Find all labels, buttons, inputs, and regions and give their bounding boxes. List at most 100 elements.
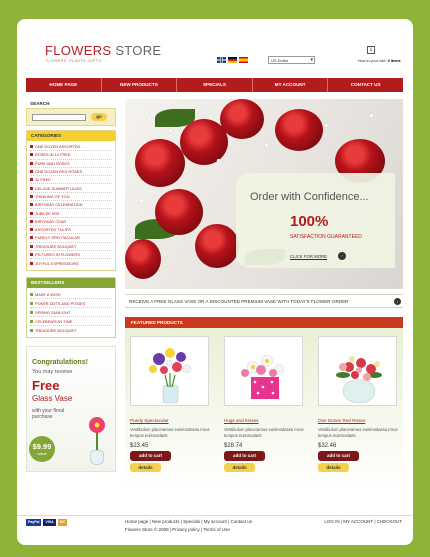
category-item[interactable]: Treasure Bouquet <box>30 243 112 251</box>
cart-prefix: Now in your cart <box>358 59 386 63</box>
babys-breath <box>145 111 148 114</box>
rose-shape <box>275 109 323 151</box>
details-button[interactable]: details <box>130 463 161 472</box>
nav-my-account[interactable]: My account <box>253 78 329 92</box>
babys-breath <box>169 129 172 132</box>
main-content: Order with Confidence... 100% Satisfacti… <box>125 99 403 494</box>
hero-percent: 100% <box>290 213 329 230</box>
category-item[interactable]: Pure and Roses <box>30 160 112 168</box>
search-box: go <box>26 108 116 126</box>
payment-logos: PayPal VISA MC <box>26 519 68 526</box>
offer-text: Receive a free glass vase or a discounte… <box>129 299 349 304</box>
cart-icon[interactable]: ⇓ <box>367 46 375 54</box>
footer-links[interactable]: Home page | New products | Specials | My… <box>125 519 252 524</box>
guarantee-panel: Order with Confidence... 100% Satisfacti… <box>236 173 395 268</box>
promo-with-purchase: with your floral purchase <box>32 408 65 421</box>
category-item[interactable]: Purely Spectacular <box>30 234 112 243</box>
cart-count: 0 items <box>387 59 401 63</box>
product-image[interactable] <box>224 336 303 406</box>
add-to-cart-button[interactable]: add to cart <box>224 451 265 461</box>
product-description: Vestibulum placeramus euismodassa mrus t… <box>130 427 210 438</box>
category-item[interactable]: Thinking of You <box>30 193 112 202</box>
category-item[interactable]: Birthday Celebration <box>30 201 112 210</box>
product-card: Hugs and Kisses Vestibulum placeramus eu… <box>224 336 304 494</box>
product-description: Vestibulum placeramus euismodassa mrus t… <box>224 427 304 438</box>
nav-contact-us[interactable]: Contact us <box>328 78 403 92</box>
page: FLOWERS STORE Flowers. Plants. Gifts. US… <box>17 19 413 545</box>
mastercard-icon: MC <box>57 519 68 526</box>
bestsellers-title: Bestsellers <box>27 278 115 289</box>
arrow-right-icon[interactable]: › <box>338 252 346 260</box>
gerbera-flower <box>89 417 105 434</box>
nav-specials[interactable]: Specials <box>177 78 253 92</box>
promo-glass-vase: Glass Vase <box>32 394 73 404</box>
category-item[interactable]: Joyful Expressions <box>30 259 112 267</box>
product-price: $23.45 <box>130 443 149 449</box>
bouquet-mixed-icon <box>149 348 192 404</box>
header: FLOWERS STORE Flowers. Plants. Gifts. US… <box>17 19 413 77</box>
hero-banner[interactable]: Order with Confidence... 100% Satisfacti… <box>125 99 403 289</box>
search-input[interactable] <box>32 114 86 121</box>
babys-breath <box>217 159 220 162</box>
category-item[interactable]: Assorted Tulips <box>30 226 112 235</box>
free-vase-promo[interactable]: Congratulations! You may receive Free Gl… <box>26 346 116 473</box>
product-description: Vestibulum placeramus euismodassa mrus t… <box>318 427 398 438</box>
search-go-button[interactable]: go <box>91 113 107 121</box>
category-item[interactable]: Pictures in Flowers <box>30 251 112 260</box>
product-grid: Purely Spectacular Vestibulum placeramus… <box>125 328 403 494</box>
product-image[interactable] <box>318 336 397 406</box>
product-name[interactable]: One Dozen Red Roses <box>318 418 398 423</box>
category-item[interactable]: Jubilee Iris <box>30 209 112 218</box>
arrow-right-icon[interactable]: › <box>394 298 401 305</box>
product-name[interactable]: Hugs and Kisses <box>224 418 304 423</box>
category-item[interactable]: One Dozen Red Roses <box>30 168 112 177</box>
category-item[interactable]: Roses in 12 Free <box>30 151 112 160</box>
footer-account-links[interactable]: Log in | My account | Checkout <box>324 519 402 524</box>
store-logo[interactable]: FLOWERS STORE <box>45 43 161 58</box>
category-item[interactable]: 12 Free <box>30 176 112 185</box>
category-item[interactable]: Deluxe Summer Lilies <box>30 184 112 193</box>
category-item[interactable]: Birthday Cear <box>30 218 112 226</box>
promo-receive: You may receive <box>32 369 73 376</box>
hero-headline: Order with Confidence... <box>250 191 369 203</box>
product-card: One Dozen Red Roses Vestibulum placeramu… <box>318 336 398 494</box>
german-flag-icon[interactable] <box>228 57 237 63</box>
details-button[interactable]: details <box>318 463 349 472</box>
bestseller-item[interactable]: Celebration Time <box>30 317 112 327</box>
bouquet-roses-bowl-icon <box>336 356 382 404</box>
spanish-flag-icon[interactable] <box>239 57 248 63</box>
add-to-cart-button[interactable]: add to cart <box>318 451 359 461</box>
rose-shape <box>125 239 161 279</box>
nav-home[interactable]: Home page <box>26 78 102 92</box>
cart-summary[interactable]: Now in your cart: 0 items <box>358 59 401 63</box>
footer-copyright[interactable]: Flowers Store © 2008 | Privacy policy | … <box>125 527 230 532</box>
logo-word-1: FLOWERS <box>45 43 112 58</box>
babys-breath <box>370 114 373 117</box>
bestseller-item[interactable]: Make a Wish <box>30 290 112 300</box>
promo-value: value <box>37 451 47 457</box>
product-card: Purely Spectacular Vestibulum placeramus… <box>130 336 210 494</box>
currency-select[interactable]: US Dollar <box>268 56 315 64</box>
bouquet-gift-box-icon <box>241 354 285 399</box>
hero-more-link[interactable]: Click for more <box>290 254 327 259</box>
category-item[interactable]: One Dozen Assorted <box>30 143 112 152</box>
visa-icon: VISA <box>43 519 56 526</box>
details-button[interactable]: details <box>224 463 255 472</box>
bestseller-item[interactable]: Poker Dots and Posies <box>30 299 112 309</box>
offer-strip[interactable]: Receive a free glass vase or a discounte… <box>125 294 403 308</box>
english-flag-icon[interactable] <box>217 57 226 63</box>
footer: PayPal VISA MC Home page | New products … <box>17 515 413 545</box>
product-price: $32.46 <box>318 443 337 449</box>
bestseller-item[interactable]: Treasure Bouquet <box>30 326 112 335</box>
language-flags <box>217 57 248 63</box>
main-nav: Home page New products Specials My accou… <box>26 78 403 92</box>
add-to-cart-button[interactable]: add to cart <box>130 451 171 461</box>
babys-breath <box>325 124 328 127</box>
categories-box: Categories One Dozen Assorted Roses in 1… <box>26 130 116 272</box>
vase-image <box>87 417 107 466</box>
rose-shape <box>220 99 264 139</box>
product-image[interactable] <box>130 336 209 406</box>
nav-new-products[interactable]: New products <box>102 78 178 92</box>
bestseller-item[interactable]: Spring Sunlight <box>30 308 112 318</box>
product-name[interactable]: Purely Spectacular <box>130 418 210 423</box>
